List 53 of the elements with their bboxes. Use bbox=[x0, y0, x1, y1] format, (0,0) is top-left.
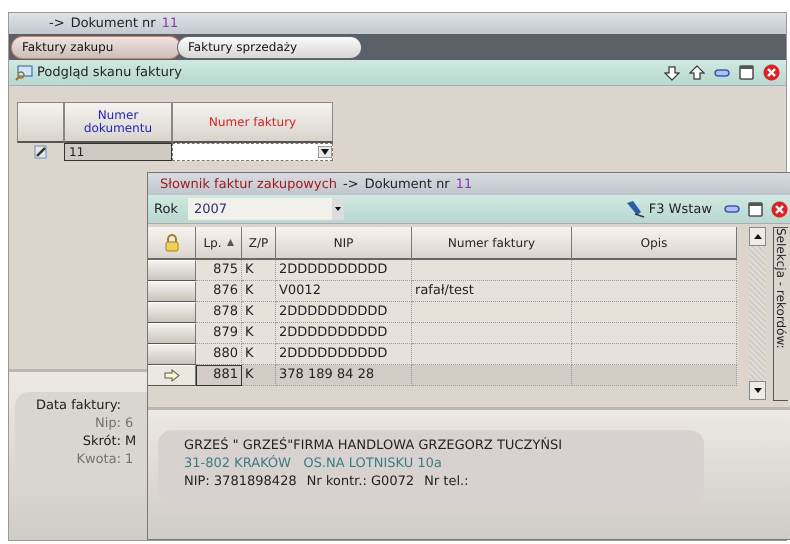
insert-button[interactable]: F3 Wstaw bbox=[624, 200, 712, 218]
year-dropdown[interactable]: 2007 bbox=[188, 198, 344, 220]
document-number: 11 bbox=[456, 176, 472, 192]
table-cell: 2DDDDDDDDDD bbox=[276, 344, 412, 365]
column-header[interactable]: Numer faktury bbox=[412, 227, 572, 260]
document-number: 11 bbox=[162, 16, 178, 31]
column-header[interactable]: Z/P bbox=[242, 227, 276, 260]
selection-count-label: Selekcja - rekordów: bbox=[774, 228, 788, 349]
table-cell: 875 bbox=[196, 260, 242, 281]
table-cell: 876 bbox=[196, 281, 242, 302]
contractor-number: Nr kontr.: G0072 bbox=[306, 474, 414, 489]
window-title: Dokument nr bbox=[70, 16, 156, 31]
table-cell: 2DDDDDDDDDD bbox=[276, 302, 412, 323]
column-header[interactable]: Numer faktury bbox=[172, 102, 333, 143]
field-label: Skrót: bbox=[82, 434, 121, 449]
column-header[interactable]: Numer dokumentu bbox=[64, 102, 172, 143]
scan-preview-button[interactable]: Podgląd skanu faktury bbox=[15, 64, 182, 80]
phone-label: Nr tel.: bbox=[424, 474, 469, 489]
field-label: Kwota: bbox=[75, 452, 121, 467]
field-label: Nip: bbox=[94, 416, 121, 431]
table-cell: K bbox=[242, 302, 276, 323]
contractor-nip: NIP: 3781898428 bbox=[184, 474, 297, 489]
field-value: 1 bbox=[125, 452, 134, 467]
table-cell: 879 bbox=[196, 323, 242, 344]
title-arrow: -> bbox=[49, 16, 65, 31]
table-cell: 2DDDDDDDDDD bbox=[276, 323, 412, 344]
table-cell: V0012 bbox=[276, 281, 412, 302]
field-label: Data faktury: bbox=[34, 398, 121, 413]
year-label: Rok bbox=[154, 202, 178, 216]
column-header[interactable]: NIP bbox=[276, 227, 412, 260]
field-value: 6 bbox=[125, 416, 134, 431]
table-cell: 881 bbox=[196, 365, 242, 386]
tab[interactable]: Faktury sprzedaży bbox=[177, 36, 362, 58]
table-cell: rafał/test bbox=[412, 281, 572, 302]
table-cell: K bbox=[242, 281, 276, 302]
dialog-subtitle: Dokument nr bbox=[364, 176, 450, 192]
table-cell: K bbox=[242, 260, 276, 281]
column-header[interactable]: Opis bbox=[572, 227, 737, 260]
dialog-title: Słownik faktur zakupowych bbox=[160, 176, 338, 192]
tab[interactable]: Faktury zakupu bbox=[11, 36, 181, 58]
table-cell: K bbox=[242, 365, 276, 386]
contractor-name: GRZEŚ " GRZEŚ"FIRMA HANDLOWA GRZEGORZ TUCZYŃSI bbox=[184, 438, 564, 453]
title-arrow: -> bbox=[343, 176, 359, 192]
table-cell: 880 bbox=[196, 344, 242, 365]
column-header[interactable]: Lp. bbox=[196, 227, 242, 260]
table-cell: 11 bbox=[64, 143, 172, 161]
table-cell: 378 189 84 28 bbox=[276, 365, 412, 386]
table-cell: K bbox=[242, 344, 276, 365]
table-cell: 878 bbox=[196, 302, 242, 323]
table-cell: K bbox=[242, 323, 276, 344]
field-value: M bbox=[125, 434, 136, 449]
contractor-address: 31-802 KRAKÓW OS.NA LOTNISKU 10a bbox=[184, 456, 443, 471]
table-cell: 2DDDDDDDDDD bbox=[276, 260, 412, 281]
